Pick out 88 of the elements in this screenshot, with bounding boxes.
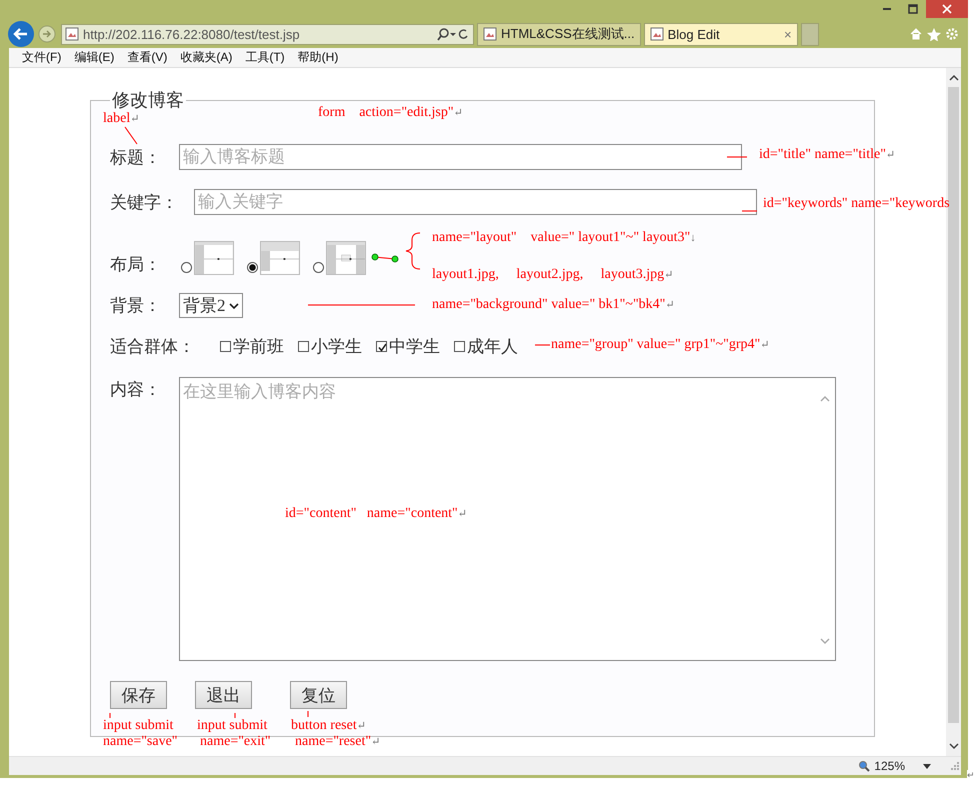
checkbox-label[interactable]: 学前班: [233, 335, 284, 358]
menu-item[interactable]: 帮助(H): [298, 49, 338, 66]
field-label: 适合群体：: [110, 336, 195, 358]
page-icon: [483, 27, 497, 41]
minimize-icon: [883, 8, 891, 10]
layout-radio[interactable]: [181, 262, 192, 273]
field-label: 背景：: [110, 295, 161, 317]
menu-item[interactable]: 收藏夹(A): [180, 49, 232, 66]
search-icon[interactable]: [436, 27, 470, 41]
scroll-up-icon[interactable]: [948, 74, 958, 81]
form-button[interactable]: 退出: [195, 681, 252, 709]
annotation-text: form action="edit.jsp": [318, 105, 454, 120]
leader-line: [742, 210, 758, 212]
group-checkbox[interactable]: [454, 341, 465, 352]
page-icon: [65, 27, 79, 41]
field-label: 关键字：: [110, 192, 178, 214]
group-checkbox[interactable]: [298, 341, 309, 352]
checkbox-label[interactable]: 成年人: [467, 335, 518, 358]
annotation-text: input submit: [197, 718, 268, 733]
annotation-text: label: [103, 111, 130, 126]
paragraph-mark: ↵: [356, 720, 366, 732]
annotation-text: name="reset": [295, 734, 372, 749]
textarea-placeholder: 在这里输入博客内容: [183, 382, 336, 401]
annotation-text: name="group" value=" grp1"~"grp4": [551, 337, 760, 352]
paragraph-mark: ↵: [886, 149, 896, 161]
checkbox-label[interactable]: 中学生: [389, 335, 440, 358]
form-button[interactable]: 复位: [290, 681, 347, 709]
leader-line: [234, 712, 236, 718]
chevron-down-icon: [228, 302, 238, 310]
page-icon: [650, 27, 664, 41]
form-legend: 修改博客: [110, 88, 186, 112]
paragraph-mark: ↵: [665, 299, 675, 311]
group-checkbox[interactable]: [376, 341, 387, 352]
title-field[interactable]: 输入博客标题: [179, 144, 742, 170]
annotation-text: input submit: [103, 718, 174, 733]
paragraph-mark: ↵: [454, 107, 463, 119]
tab-close-button[interactable]: ×: [784, 26, 792, 42]
address-text: http://202.116.76.22:8080/test/test.jsp: [83, 26, 301, 42]
address-bar[interactable]: http://202.116.76.22:8080/test/test.jsp: [61, 24, 474, 44]
paragraph-mark: ↓: [690, 232, 696, 244]
back-icon[interactable]: [7, 20, 35, 48]
browser-tab[interactable]: HTML&CSS在线测试...: [477, 22, 641, 46]
annotation-text: id="content" name="content": [285, 506, 458, 521]
layout-preview-icon: [194, 241, 234, 275]
annotation-text: id="keywords" name="keywords: [763, 196, 950, 211]
zoom-level[interactable]: 125%: [874, 759, 905, 773]
annotation-text: name="save": [103, 734, 178, 749]
background-select[interactable]: 背景2: [179, 293, 242, 318]
close-button[interactable]: [926, 0, 968, 18]
close-icon: [942, 4, 952, 14]
annotation-text: name="exit": [200, 734, 271, 749]
keywords-field[interactable]: 输入关键字: [194, 189, 757, 215]
field-label: 内容：: [110, 379, 161, 401]
annotation-text: id="title" name="title": [759, 147, 886, 162]
leader-line: [534, 344, 550, 346]
scroll-down-icon[interactable]: [948, 743, 958, 750]
form-button[interactable]: 保存: [110, 681, 167, 709]
menu-item[interactable]: 工具(T): [245, 49, 285, 66]
browser-tab[interactable]: Blog Edit ×: [644, 22, 798, 46]
leader-line: [124, 126, 138, 144]
paragraph-mark: ↵: [760, 339, 770, 351]
leader-line: [726, 156, 748, 158]
annotation-text: button reset: [291, 718, 357, 733]
paragraph-mark: ↵: [664, 269, 674, 281]
menu-item[interactable]: 查看(V): [127, 49, 168, 66]
menu-item[interactable]: 文件(F): [22, 49, 62, 66]
paragraph-mark: ↵: [371, 736, 380, 748]
layout-preview-icon: [260, 241, 300, 275]
layout-radio[interactable]: [247, 262, 258, 273]
annotation-text: layout1.jpg, layout2.jpg, layout3.jpg: [432, 267, 664, 282]
group-checkbox[interactable]: [220, 341, 231, 352]
maximize-icon: [908, 4, 918, 14]
field-label: 布局：: [110, 254, 161, 276]
zoom-icon[interactable]: [858, 760, 870, 772]
layout-preview-icon: [326, 241, 366, 275]
paragraph-mark: ↵: [130, 113, 140, 125]
menu-item[interactable]: 编辑(E): [74, 49, 114, 66]
paragraph-mark: ↵: [458, 508, 467, 520]
checkbox-label[interactable]: 小学生: [311, 335, 362, 358]
curly-brace: [406, 232, 420, 270]
layout-radio[interactable]: [313, 262, 324, 273]
field-label: 标题：: [110, 146, 161, 168]
annotation-text: name="background" value=" bk1"~"bk4": [432, 297, 666, 312]
annotation-text: name="layout" value=" layout1"~" layout3": [432, 230, 690, 245]
leader-line: [372, 254, 398, 262]
resize-grip-icon[interactable]: [951, 762, 959, 770]
caret-icon[interactable]: [923, 764, 931, 768]
paragraph-mark: ↵: [967, 770, 974, 780]
